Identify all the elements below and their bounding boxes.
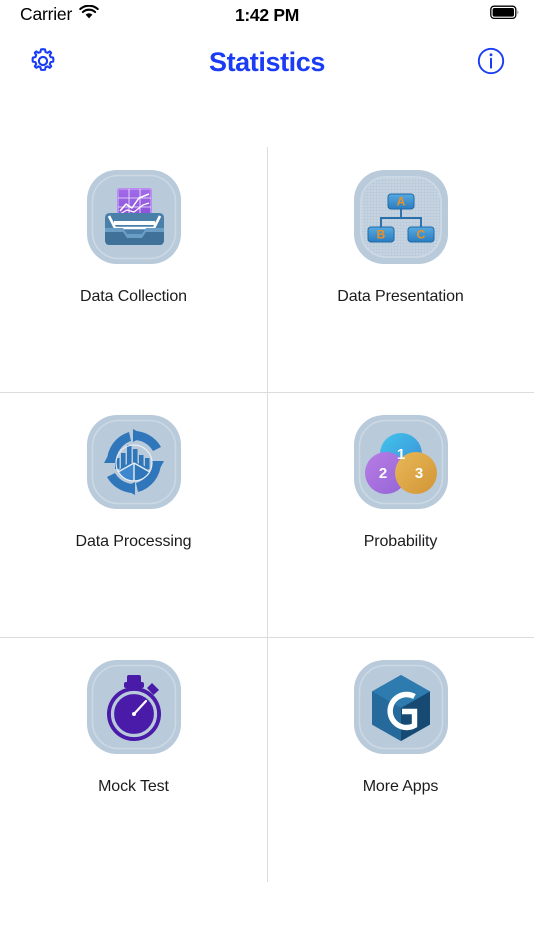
svg-text:2: 2 (378, 465, 386, 482)
tile-more-apps[interactable]: More Apps (267, 637, 534, 882)
tile-label: Mock Test (98, 778, 169, 795)
battery-full-icon (490, 5, 520, 25)
svg-text:3: 3 (414, 465, 422, 482)
page-title: Statistics (208, 46, 326, 77)
venn-diagram-icon: 1 2 3 (350, 411, 452, 513)
tile-data-processing[interactable]: Data Processing (0, 392, 267, 637)
tile-data-collection[interactable]: Data Collection (0, 147, 267, 392)
tile-probability[interactable]: 1 2 3 Probability (267, 392, 534, 637)
carrier-label: Carrier (20, 4, 73, 25)
app-root: Carrier 1:42 PM Statistics Data Collecti… (0, 0, 534, 950)
tile-label: Probability (363, 533, 438, 550)
navigation-bar: Statistics (0, 30, 534, 94)
svg-text:B: B (376, 227, 385, 241)
info-button[interactable] (470, 41, 512, 83)
stopwatch-icon (83, 656, 185, 758)
gear-icon (28, 46, 58, 79)
tile-data-presentation[interactable]: A B C Data Presentation (267, 147, 534, 392)
grid-row-2: Data Processing 1 2 3 Probability (0, 392, 534, 637)
svg-text:C: C (416, 227, 425, 241)
tile-label: More Apps (362, 778, 439, 795)
recycle-charts-icon (83, 411, 185, 513)
inbox-chart-icon (83, 166, 185, 268)
hexagon-g-cube-icon (350, 656, 452, 758)
tile-label: Data Collection (79, 288, 187, 305)
status-bar-left: Carrier (20, 4, 270, 25)
tile-label: Data Presentation (337, 288, 464, 305)
tile-label: Data Processing (75, 533, 192, 550)
settings-button[interactable] (22, 41, 64, 83)
wifi-icon (79, 4, 99, 25)
svg-text:1: 1 (396, 446, 404, 463)
tile-mock-test[interactable]: Mock Test (0, 637, 267, 882)
status-bar: Carrier 1:42 PM (0, 0, 534, 30)
nav-title-container: Statistics (0, 47, 534, 78)
menu-grid: Data Collection A B C Data Presentation … (0, 147, 534, 882)
grid-row-3: Mock Test More Apps (0, 637, 534, 882)
org-chart-icon: A B C (350, 166, 452, 268)
status-bar-right (270, 5, 520, 25)
svg-text:A: A (396, 194, 405, 208)
info-circle-icon (476, 46, 506, 79)
grid-row-1: Data Collection A B C Data Presentation (0, 147, 534, 392)
